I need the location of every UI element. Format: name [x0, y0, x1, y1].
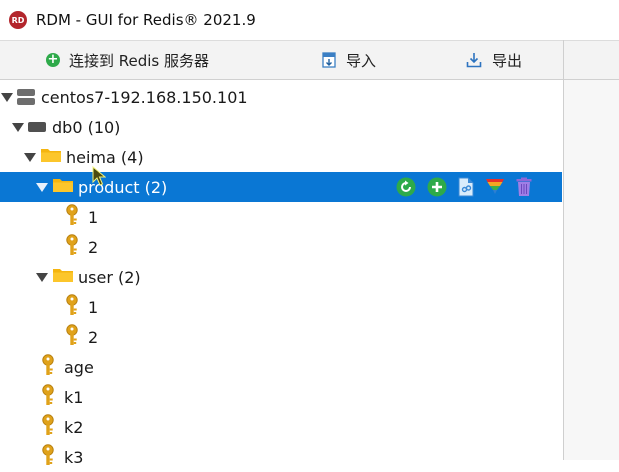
connect-label: 连接到 Redis 服务器: [69, 51, 210, 70]
export-label: 导出: [492, 51, 523, 70]
title-bar: RD RDM - GUI for Redis® 2021.9: [0, 0, 619, 40]
expand-arrow-icon[interactable]: [36, 182, 48, 192]
folder-label: heima (4): [66, 147, 144, 167]
import-label: 导入: [346, 51, 377, 70]
tree-server-row[interactable]: centos7-192.168.150.101: [0, 82, 562, 112]
key-label: 1: [88, 297, 99, 317]
key-label: k1: [64, 387, 84, 407]
rdm-logo-icon: RD: [9, 11, 27, 29]
reload-icon[interactable]: [396, 177, 416, 197]
key-label: 2: [88, 327, 99, 347]
right-panel: [563, 40, 619, 460]
tree-key-row[interactable]: 1: [0, 202, 562, 232]
tree-db-row[interactable]: db0 (10): [0, 112, 562, 142]
key-icon: [40, 354, 56, 380]
export-button[interactable]: 导出: [466, 41, 522, 79]
key-icon: [64, 294, 80, 320]
key-icon: [40, 444, 56, 470]
expand-arrow-icon[interactable]: [1, 92, 13, 102]
window-title: RDM - GUI for Redis® 2021.9: [36, 11, 256, 29]
database-icon: [28, 122, 46, 132]
row-action-bar: [385, 176, 532, 198]
folder-label: user (2): [78, 267, 141, 287]
tree-folder-product[interactable]: product (2): [0, 172, 562, 202]
tree-key-row[interactable]: k2: [0, 412, 562, 442]
plus-circle-icon: +: [46, 52, 60, 67]
key-icon: [64, 324, 80, 350]
expand-arrow-icon[interactable]: [36, 272, 48, 282]
delete-icon[interactable]: [516, 177, 532, 197]
key-label: k2: [64, 417, 84, 437]
expand-arrow-icon[interactable]: [12, 122, 24, 132]
filter-icon[interactable]: [485, 178, 505, 196]
toolbar: + 连接到 Redis 服务器 导入 导出: [0, 40, 563, 80]
folder-icon: [52, 177, 74, 197]
key-label: age: [64, 357, 94, 377]
import-button[interactable]: 导入: [322, 41, 376, 79]
tree-key-row[interactable]: age: [0, 352, 562, 382]
server-label: centos7-192.168.150.101: [41, 87, 248, 107]
key-label: k3: [64, 447, 84, 467]
mouse-cursor-icon: [92, 165, 107, 190]
export-icon: [466, 52, 482, 68]
key-icon: [40, 414, 56, 440]
key-icon: [40, 384, 56, 410]
tree-key-row[interactable]: 1: [0, 292, 562, 322]
key-icon: [64, 234, 80, 260]
add-key-icon[interactable]: [427, 177, 447, 197]
tree-key-row[interactable]: 2: [0, 322, 562, 352]
tree-folder-heima[interactable]: heima (4): [0, 142, 562, 172]
connect-redis-button[interactable]: + 连接到 Redis 服务器: [46, 41, 209, 79]
tree-folder-user[interactable]: user (2): [0, 262, 562, 292]
folder-icon: [40, 147, 62, 167]
key-label: 2: [88, 237, 99, 257]
connection-tree: centos7-192.168.150.101 db0 (10) heima (…: [0, 80, 563, 467]
open-icon[interactable]: [458, 177, 474, 197]
expand-arrow-icon[interactable]: [24, 152, 36, 162]
server-icon: [17, 89, 35, 105]
import-icon: [322, 52, 336, 68]
db-label: db0 (10): [52, 117, 121, 137]
key-icon: [64, 204, 80, 230]
folder-icon: [52, 267, 74, 287]
tree-key-row[interactable]: 2: [0, 232, 562, 262]
key-label: 1: [88, 207, 99, 227]
tree-key-row[interactable]: k3: [0, 442, 562, 472]
tree-key-row[interactable]: k1: [0, 382, 562, 412]
right-panel-header: [564, 40, 619, 80]
